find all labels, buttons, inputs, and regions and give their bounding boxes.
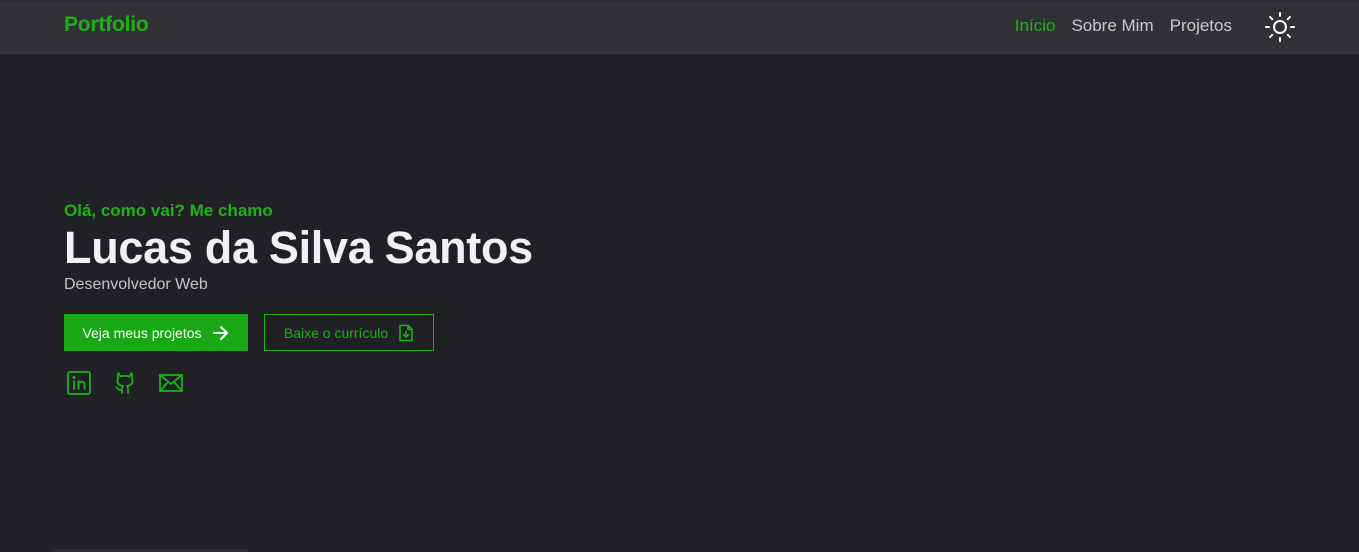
theme-toggle-button[interactable] bbox=[1264, 11, 1296, 43]
nav-link-inicio[interactable]: Início bbox=[1015, 16, 1056, 36]
social-links bbox=[64, 370, 533, 396]
hero-section: Olá, como vai? Me chamo Lucas da Silva S… bbox=[64, 200, 533, 396]
file-download-icon bbox=[399, 324, 413, 341]
view-projects-label: Veja meus projetos bbox=[82, 324, 202, 341]
nav-links: Início Sobre Mim Projetos bbox=[1015, 16, 1232, 36]
mail-icon bbox=[159, 374, 183, 392]
linkedin-icon bbox=[67, 371, 91, 395]
linkedin-link[interactable] bbox=[66, 370, 92, 396]
hero-buttons: Veja meus projetos Baixe o currículo bbox=[64, 314, 533, 351]
arrow-right-icon bbox=[212, 325, 228, 340]
nav-link-sobre-mim[interactable]: Sobre Mim bbox=[1071, 16, 1153, 36]
download-resume-label: Baixe o currículo bbox=[283, 324, 389, 341]
github-link[interactable] bbox=[112, 370, 138, 396]
navbar: Portfolio Início Sobre Mim Projetos bbox=[0, 0, 1359, 54]
hero-greeting: Olá, como vai? Me chamo bbox=[64, 201, 273, 220]
brand-logo[interactable]: Portfolio bbox=[64, 13, 149, 37]
nav-link-projetos[interactable]: Projetos bbox=[1170, 16, 1232, 36]
view-projects-button[interactable]: Veja meus projetos bbox=[64, 314, 248, 351]
github-icon bbox=[115, 372, 134, 394]
hero-name: Lucas da Silva Santos bbox=[64, 222, 533, 273]
sun-icon bbox=[1265, 12, 1295, 42]
email-link[interactable] bbox=[158, 370, 184, 396]
download-resume-button[interactable]: Baixe o currículo bbox=[264, 314, 434, 351]
hero-role: Desenvolvedor Web bbox=[64, 276, 208, 293]
